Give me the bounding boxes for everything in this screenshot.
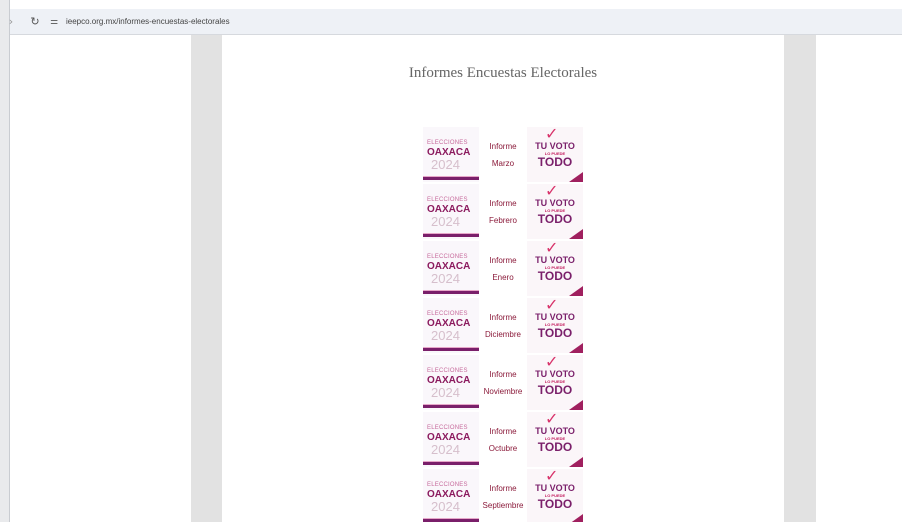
report-label[interactable]: Informe Febrero xyxy=(479,195,527,229)
tu-voto-logo[interactable]: ✓ TU VOTO LO PUEDE TODO xyxy=(527,412,583,467)
logo-line: ELECCIONES xyxy=(427,197,468,203)
report-label[interactable]: Informe Diciembre xyxy=(479,309,527,343)
logo-stripe xyxy=(423,405,479,408)
report-link[interactable]: ELECCIONES OAXACA 2024 Informe Octubre ✓ TU VO… xyxy=(423,411,583,468)
elecciones-oaxaca-logo[interactable]: ELECCIONES OAXACA 2024 xyxy=(423,184,479,239)
tu-voto-logo[interactable]: ✓ TU VOTO LO PUEDE TODO xyxy=(527,298,583,353)
logo-corner xyxy=(569,286,583,296)
report-link[interactable]: ELECCIONES OAXACA 2024 Informe Enero ✓ TU VOTO… xyxy=(423,240,583,297)
logo-corner xyxy=(569,343,583,353)
logo-stripe xyxy=(423,348,479,351)
report-label-line1: Informe xyxy=(489,427,517,436)
logo-line: TODO xyxy=(537,212,573,226)
logo-line: TU VOTO xyxy=(535,483,575,493)
page-title: Informes Encuestas Electorales xyxy=(408,65,598,81)
report-label[interactable]: Informe Noviembre xyxy=(479,366,527,400)
page-viewport: Informes Encuestas Electorales ELECCIONE… xyxy=(10,35,902,522)
logo-stripe xyxy=(423,234,479,237)
report-link[interactable]: ELECCIONES OAXACA 2024 Informe Marzo ✓ TU VOTO… xyxy=(423,126,583,183)
report-label-line1: Informe xyxy=(489,370,517,379)
report-label-line1: Informe xyxy=(489,199,517,208)
elecciones-oaxaca-logo[interactable]: ELECCIONES OAXACA 2024 xyxy=(423,469,479,522)
logo-line: ELECCIONES xyxy=(427,368,468,374)
logo-line: 2024 xyxy=(431,214,460,229)
logo-corner xyxy=(569,172,583,182)
url-text[interactable]: ieepco.org.mx/informes-encuestas-elector… xyxy=(66,17,230,26)
report-link[interactable]: ELECCIONES OAXACA 2024 Informe Noviembre ✓ TU … xyxy=(423,354,583,411)
logo-line: ELECCIONES xyxy=(427,425,468,431)
elecciones-oaxaca-logo[interactable]: ELECCIONES OAXACA 2024 xyxy=(423,412,479,467)
report-label-line1: Informe xyxy=(489,313,517,322)
logo-corner xyxy=(569,514,583,522)
logo-line: TU VOTO xyxy=(535,198,575,208)
logo-corner xyxy=(569,457,583,467)
logo-line: TODO xyxy=(537,269,573,283)
logo-line: TU VOTO xyxy=(535,141,575,151)
elecciones-oaxaca-logo[interactable]: ELECCIONES OAXACA 2024 xyxy=(423,355,479,410)
logo-line: ELECCIONES xyxy=(427,482,468,488)
logo-line: 2024 xyxy=(431,271,460,286)
tu-voto-logo[interactable]: ✓ TU VOTO LO PUEDE TODO xyxy=(527,241,583,296)
logo-line: 2024 xyxy=(431,328,460,343)
site-info-icon[interactable]: ⚌ xyxy=(47,15,61,29)
report-label-line1: Informe xyxy=(489,142,517,151)
tu-voto-logo[interactable]: ✓ TU VOTO LO PUEDE TODO xyxy=(527,469,583,522)
report-label-line1: Informe xyxy=(489,484,517,493)
report-label-line2: Febrero xyxy=(488,216,517,225)
tu-voto-logo[interactable]: ✓ TU VOTO LO PUEDE TODO xyxy=(527,184,583,239)
logo-line: ELECCIONES xyxy=(427,140,468,146)
report-label-line2: Diciembre xyxy=(484,330,521,339)
report-link[interactable]: ELECCIONES OAXACA 2024 Informe Septiembre ✓ TU… xyxy=(423,468,583,522)
logo-line: 2024 xyxy=(431,499,460,514)
logo-line: TU VOTO xyxy=(535,426,575,436)
logo-corner xyxy=(569,229,583,239)
back-arrow-icon[interactable]: › xyxy=(4,15,18,29)
tu-voto-logo[interactable]: ✓ TU VOTO LO PUEDE TODO xyxy=(527,127,583,182)
logo-line: TODO xyxy=(537,440,573,454)
logo-line: TODO xyxy=(537,326,573,340)
logo-line: 2024 xyxy=(431,157,460,172)
left-gutter xyxy=(191,35,222,522)
logo-line: 2024 xyxy=(431,385,460,400)
logo-line: 2024 xyxy=(431,442,460,457)
logo-stripe xyxy=(423,291,479,294)
report-link[interactable]: ELECCIONES OAXACA 2024 Informe Diciembre ✓ TU … xyxy=(423,297,583,354)
logo-line: ELECCIONES xyxy=(427,254,468,260)
page-content: Informes Encuestas Electorales ELECCIONE… xyxy=(222,35,784,522)
report-label-line1: Informe xyxy=(489,256,517,265)
logo-line: TODO xyxy=(537,383,573,397)
address-bar: › ↻ ⚌ ieepco.org.mx/informes-encuestas-e… xyxy=(9,9,902,35)
report-label-line2: Septiembre xyxy=(482,501,524,510)
right-gutter xyxy=(784,35,816,522)
report-list: ELECCIONES OAXACA 2024 Informe Marzo ✓ TU VOTO… xyxy=(423,126,583,522)
elecciones-oaxaca-logo[interactable]: ELECCIONES OAXACA 2024 xyxy=(423,241,479,296)
logo-line: ELECCIONES xyxy=(427,311,468,317)
logo-line: TU VOTO xyxy=(535,369,575,379)
report-label[interactable]: Informe Octubre xyxy=(479,423,527,457)
elecciones-oaxaca-logo[interactable]: ELECCIONES OAXACA 2024 xyxy=(423,127,479,182)
report-label-line2: Octubre xyxy=(488,444,518,453)
logo-line: TODO xyxy=(537,155,573,169)
logo-line: TODO xyxy=(537,497,573,511)
logo-corner xyxy=(569,400,583,410)
logo-stripe xyxy=(423,462,479,465)
report-label-line2: Marzo xyxy=(491,159,515,168)
logo-line: TU VOTO xyxy=(535,255,575,265)
report-label-line2: Enero xyxy=(492,273,514,282)
report-label-line2: Noviembre xyxy=(483,387,523,396)
logo-line: TU VOTO xyxy=(535,312,575,322)
reload-icon[interactable]: ↻ xyxy=(28,15,42,29)
report-label[interactable]: Informe Enero xyxy=(479,252,527,286)
browser-window: › ↻ ⚌ ieepco.org.mx/informes-encuestas-e… xyxy=(9,0,902,522)
elecciones-oaxaca-logo[interactable]: ELECCIONES OAXACA 2024 xyxy=(423,298,479,353)
tu-voto-logo[interactable]: ✓ TU VOTO LO PUEDE TODO xyxy=(527,355,583,410)
logo-stripe xyxy=(423,177,479,180)
report-label[interactable]: Informe Septiembre xyxy=(479,480,527,514)
report-label[interactable]: Informe Marzo xyxy=(479,138,527,172)
report-link[interactable]: ELECCIONES OAXACA 2024 Informe Febrero ✓ TU VO… xyxy=(423,183,583,240)
